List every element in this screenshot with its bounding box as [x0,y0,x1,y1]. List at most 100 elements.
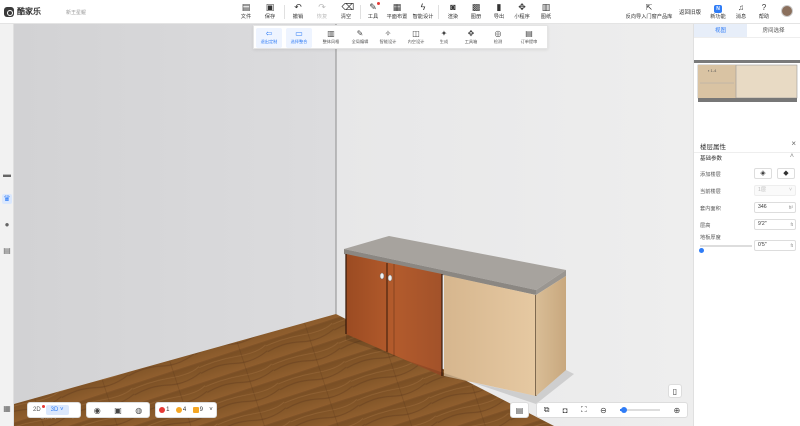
screenshot-icon[interactable]: ⧉ [544,405,550,415]
right-panel-tabs: 视图 房间选择 [694,24,800,38]
minimap-toggle[interactable]: ▤ [510,402,529,418]
sidebar-layers-button[interactable]: ▦ [2,404,12,414]
check-button[interactable]: ◎ 检测 [485,28,511,48]
generate-button[interactable]: ✦ 生成 [431,28,457,48]
tab-room-select[interactable]: 房间选择 [747,24,800,37]
layers-icon: ▦ [3,404,11,413]
exit-icon: ⇦ [265,29,273,38]
import-icon: ⇱ [645,3,653,12]
crown-icon: ♛ [3,194,11,203]
help-icon: ? [761,3,767,12]
messages-button[interactable]: ♫ 消息 [730,3,752,20]
new-features-icon: N [714,5,722,13]
floorplan-thumbnail[interactable]: ▪ 1-4 [694,39,800,139]
redo-button[interactable]: ↷ 恢复 [309,2,335,24]
exit-custom-button[interactable]: ⇦ 退出定制 [256,28,282,48]
custom-sub-toolbar: ⇦ 退出定制 ▭ 选择整合 ▥ 整体风格 ✎ 全局编辑 ✧ 智能设计 ◫ 内空设… [253,25,548,49]
chevron-up-icon[interactable]: ˄ [790,153,794,160]
warning-count: 4 [175,407,186,413]
smart-design-button[interactable]: ϟ 智能设计 [410,2,436,24]
clear-button[interactable]: ⌫ 清空 [333,2,359,24]
toolbar-divider [438,5,439,19]
generate-icon: ✦ [440,29,448,38]
app-logo[interactable]: 酷家乐 [4,6,41,17]
floor-thickness-input[interactable]: 0'5" ft [754,240,796,251]
redo-icon: ↷ [318,2,326,12]
right-panel: 视图 房间选择 ▪ 1-4 楼层属性 × 基础参数 ˄ 添加楼层 ◈ ◆ 当前楼… [693,24,800,426]
undo-button[interactable]: ↶ 撤销 [285,2,311,24]
import-door-window-library-button[interactable]: ⇱ 反向导入门窗产品库 [622,3,676,20]
drawings-icon: ▥ [541,2,551,12]
puzzle-icon: ✥ [518,2,526,12]
error-count: 1 [159,407,170,413]
toolbox-icon: ✥ [467,29,475,38]
add-floor-down-icon: ◆ [783,170,789,177]
lightning-icon: ϟ [420,2,426,12]
status-panel[interactable]: 1 4 9 ˅ [155,402,217,418]
properties-title: 楼层属性 [700,144,726,151]
clipboard-button[interactable]: ▯ [668,384,682,398]
3d-viewport[interactable]: 已保存于 2023 年 [14,24,693,426]
bulb-icon: ✧ [384,29,392,38]
eye-icon[interactable]: ◉ [94,406,101,415]
camera-icon: ◙ [450,2,456,12]
floorplan-icon: ▦ [392,2,402,12]
view-2d-button[interactable]: 2D [28,405,46,415]
help-button[interactable]: ? 帮助 [753,3,775,20]
mini-program-button[interactable]: ✥ 小程序 [509,2,535,24]
style-icon: ▥ [327,29,335,38]
save-icon: ▣ [265,2,275,12]
zoom-slider[interactable] [620,407,661,413]
fit-view-icon[interactable]: ⛶ [581,405,587,415]
drawings-button[interactable]: ▥ 图纸 [533,2,559,24]
avatar[interactable] [781,5,793,17]
back-to-old-version-link[interactable]: 返回旧版 [679,8,701,16]
view-3d-button[interactable]: 3D ˅ [45,405,69,415]
order-icon: ▤ [525,29,533,38]
view-mode-toggle: 2D 3D ˅ [27,402,81,418]
project-name[interactable]: 新王星鲲 [66,9,86,16]
chevron-down-icon: ˅ [209,407,213,413]
sidebar-user-button[interactable]: ● [2,220,12,230]
zoom-in-icon[interactable]: ⊕ [674,406,681,415]
bell-icon: ♫ [738,3,744,12]
tab-view[interactable]: 视图 [694,24,747,37]
order-submit-button[interactable]: ▤ 订单提审 [516,28,542,48]
zoom-out-icon[interactable]: ⊖ [600,406,607,415]
zoom-slider-knob[interactable] [621,407,628,413]
sidebar-library-button[interactable]: ▤ [2,246,12,256]
floor-height-input[interactable]: 9'2" ft [754,219,796,230]
select-merge-button[interactable]: ▭ 选择整合 [286,28,312,48]
view-tools: ◉ ▣ ◍ [86,402,150,418]
interior-design-button[interactable]: ◫ 内空设计 [403,28,429,48]
current-floor-select[interactable]: 1层 ˅ [754,185,796,196]
add-floor-above-button[interactable]: ◈ [754,168,772,179]
interior-icon: ◫ [412,29,420,38]
save-button[interactable]: ▣ 保存 [257,2,283,24]
clipboard-icon: ▯ [672,387,678,396]
area-input[interactable]: 346 ft² [754,202,796,213]
floorplan-button[interactable]: ▦ 平面布置 [384,2,410,24]
3d-scene [14,24,693,426]
close-icon[interactable]: × [791,139,796,148]
tools-button[interactable]: ✎ 工具 [360,2,386,24]
overall-style-button[interactable]: ▥ 整体风格 [318,28,344,48]
cube-icon[interactable]: ▣ [114,406,122,415]
area-row: 套内面积 346 ft² [700,202,796,214]
top-toolbar: 酷家乐 新王星鲲 ▤ 文件 ▣ 保存 ↶ 撤销 ↷ 恢复 ⌫ 清空 ✎ 工具 ▦… [0,0,800,24]
gallery-icon: ▩ [471,2,481,12]
compass-icon[interactable]: ◍ [135,406,142,415]
toolbox-button[interactable]: ✥ 工具箱 [458,28,484,48]
add-floor-below-button[interactable]: ◆ [777,168,795,179]
floor-thickness-slider[interactable] [699,245,752,253]
zoom-controls: ⧉ ◘ ⛶ ⊖ ⊕ [536,402,688,418]
global-edit-button[interactable]: ✎ 全局编辑 [347,28,373,48]
svg-text:▪ 1-4: ▪ 1-4 [708,68,717,73]
file-button[interactable]: ▤ 文件 [233,2,259,24]
new-features-button[interactable]: N 新功能 [707,3,729,20]
sidebar-catalog-button[interactable]: ▬ [2,170,12,180]
floor-thickness-knob[interactable] [699,248,704,253]
smart-design-sub-button[interactable]: ✧ 智能设计 [375,28,401,48]
sidebar-custom-button[interactable]: ♛ [2,194,12,204]
camera-view-icon[interactable]: ◘ [563,406,568,415]
